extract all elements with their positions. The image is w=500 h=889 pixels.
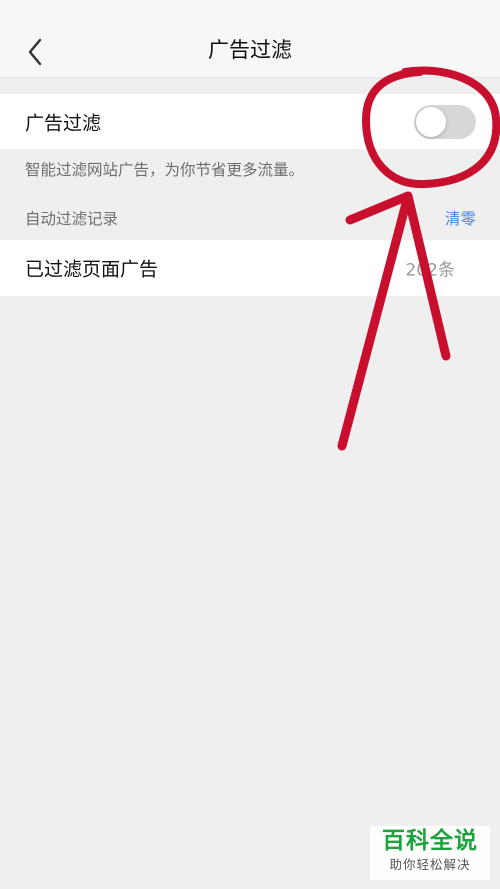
filtered-ads-label: 已过滤页面广告 (25, 258, 159, 281)
navigation-bar: 广告过滤 (0, 0, 500, 78)
watermark-title: 百科全说 (382, 828, 478, 854)
filter-records-section-label: 自动过滤记录 (25, 210, 119, 228)
watermark-logo: 百科全说 助你轻松解决 (370, 826, 490, 880)
filtered-ads-row: 已过滤页面广告 202条 (0, 240, 500, 296)
ad-filter-description: 智能过滤网站广告，为你节省更多流量。 (25, 161, 305, 179)
toggle-knob (416, 106, 446, 137)
ad-filter-row: 广告过滤 (0, 94, 500, 149)
ad-filter-label: 广告过滤 (25, 112, 102, 134)
annotation-arrow (337, 191, 451, 451)
clear-records-button[interactable]: 清零 (445, 207, 476, 229)
watermark-subtitle: 助你轻松解决 (389, 857, 471, 872)
page-title: 广告过滤 (208, 38, 292, 62)
filtered-ads-count: 202条 (405, 260, 455, 281)
ad-filter-toggle[interactable] (414, 104, 476, 139)
